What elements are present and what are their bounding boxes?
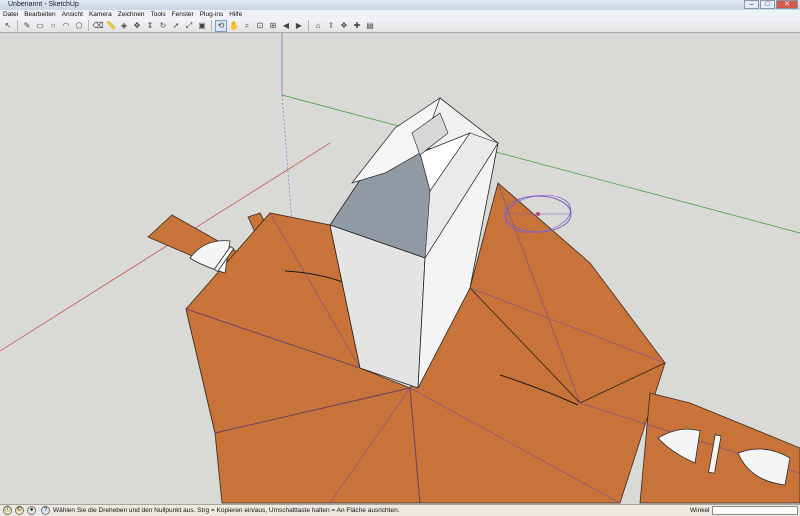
warehouse-button[interactable]: ⌂: [312, 20, 324, 32]
follow-me-tool-button[interactable]: ➚: [170, 20, 182, 32]
rectangle-tool-button[interactable]: ▭: [34, 20, 46, 32]
zoom-extents-tool-icon: ⊞: [269, 20, 277, 30]
zoom-tool-button[interactable]: ⌕: [241, 20, 253, 32]
toolbar-separator: [211, 20, 212, 31]
pencil-tool-button[interactable]: ✎: [21, 20, 33, 32]
select-tool-button[interactable]: ↖: [2, 20, 14, 32]
tape-measure-tool-button[interactable]: 📏: [105, 20, 117, 32]
shape-tool-icon: ⬠: [75, 20, 83, 30]
toolbar-separator: [88, 20, 89, 31]
model-canvas[interactable]: [0, 33, 800, 504]
window-controls: – □ ✕: [744, 0, 798, 10]
circle-tool-button[interactable]: ○: [47, 20, 59, 32]
rotate-tool-icon: ↻: [159, 20, 167, 30]
next-view-button[interactable]: ▶: [293, 20, 305, 32]
paint-bucket-tool-button[interactable]: ◈: [118, 20, 130, 32]
orbit-tool-icon: ⟲: [217, 20, 225, 30]
minimize-button[interactable]: –: [744, 0, 759, 9]
zoom-tool-icon: ⌕: [244, 20, 250, 30]
components-button[interactable]: ❖: [338, 20, 350, 32]
menu-fenster[interactable]: Fenster: [172, 10, 194, 19]
pencil-tool-icon: ✎: [23, 20, 31, 30]
drawing-viewport[interactable]: [0, 33, 800, 504]
move-tool-button[interactable]: ✥: [131, 20, 143, 32]
zoom-extents-tool-button[interactable]: ⊞: [267, 20, 279, 32]
push-pull-tool-icon: ⇕: [146, 20, 154, 30]
menu-bar: Datei Bearbeiten Ansicht Kamera Zeichnen…: [0, 10, 800, 19]
maximize-button[interactable]: □: [760, 0, 775, 9]
toolbar-separator: [308, 20, 309, 31]
offset-tool-button[interactable]: ▣: [196, 20, 208, 32]
tape-measure-tool-icon: 📏: [106, 20, 116, 30]
eraser-tool-button[interactable]: ⌫: [92, 20, 104, 32]
main-toolbar: ↖ ✎ ▭ ○ ◠ ⬠ ⌫ 📏 ◈ ✥ ⇕ ↻ ➚ ⤢ ▣ ⟲ ✋ ⌕ ⊡ ⊞ ◀ ▶ ⌂ ⇪ ❖ ✚ ▤: [0, 19, 800, 33]
extension-warehouse-icon: ✚: [353, 20, 361, 30]
arc-tool-button[interactable]: ◠: [60, 20, 72, 32]
paint-bucket-tool-icon: ◈: [120, 20, 128, 30]
vcb-input[interactable]: [712, 506, 798, 515]
menu-bearbeiten[interactable]: Bearbeiten: [24, 10, 55, 19]
close-button[interactable]: ✕: [776, 0, 798, 9]
offset-tool-icon: ▣: [198, 20, 206, 30]
push-pull-tool-button[interactable]: ⇕: [144, 20, 156, 32]
layout-button[interactable]: ▤: [364, 20, 376, 32]
scale-tool-icon: ⤢: [185, 20, 193, 30]
scale-tool-button[interactable]: ⤢: [183, 20, 195, 32]
menu-hilfe[interactable]: Hilfe: [229, 10, 242, 19]
pan-tool-icon: ✋: [229, 20, 239, 30]
menu-datei[interactable]: Datei: [3, 10, 18, 19]
status-message: Wählen Sie die Dreheben und den Nullpunk…: [53, 507, 400, 514]
pan-tool-button[interactable]: ✋: [228, 20, 240, 32]
move-tool-icon: ✥: [133, 20, 141, 30]
geo-location-icon[interactable]: ⓘ: [3, 506, 12, 515]
share-model-button[interactable]: ⇪: [325, 20, 337, 32]
menu-plugins[interactable]: Plug-ins: [200, 10, 223, 19]
toolbar-separator: [17, 20, 18, 31]
eraser-tool-icon: ⌫: [92, 20, 104, 30]
menu-kamera[interactable]: Kamera: [89, 10, 112, 19]
credits-icon[interactable]: ©: [15, 506, 24, 515]
share-model-icon: ⇪: [327, 20, 335, 30]
follow-me-tool-icon: ➚: [172, 20, 180, 30]
vcb-label: Winkel: [690, 507, 710, 514]
layout-icon: ▤: [366, 20, 374, 30]
menu-tools[interactable]: Tools: [150, 10, 165, 19]
menu-zeichnen[interactable]: Zeichnen: [118, 10, 145, 19]
zoom-window-tool-button[interactable]: ⊡: [254, 20, 266, 32]
arc-tool-icon: ◠: [62, 20, 70, 30]
select-tool-icon: ↖: [4, 20, 12, 30]
rotate-tool-button[interactable]: ↻: [157, 20, 169, 32]
extension-warehouse-button[interactable]: ✚: [351, 20, 363, 32]
blue-axis-hidden: [281, 94, 293, 224]
status-bar: ⓘ © ● ? Wählen Sie die Dreheben und den …: [0, 504, 800, 516]
right-tab[interactable]: [639, 392, 800, 504]
help-icon[interactable]: ?: [41, 506, 50, 515]
user-icon[interactable]: ●: [27, 506, 36, 515]
zoom-window-tool-icon: ⊡: [256, 20, 264, 30]
previous-view-button[interactable]: ◀: [280, 20, 292, 32]
previous-view-icon: ◀: [282, 20, 290, 30]
components-icon: ❖: [340, 20, 348, 30]
next-view-icon: ▶: [295, 20, 303, 30]
warehouse-icon: ⌂: [315, 20, 321, 30]
window-title: Unbenannt - SketchUp: [8, 1, 79, 8]
circle-tool-icon: ○: [50, 20, 56, 30]
menu-ansicht[interactable]: Ansicht: [62, 10, 83, 19]
rectangle-tool-icon: ▭: [36, 20, 44, 30]
shape-tool-button[interactable]: ⬠: [73, 20, 85, 32]
orbit-tool-button[interactable]: ⟲: [215, 19, 227, 32]
